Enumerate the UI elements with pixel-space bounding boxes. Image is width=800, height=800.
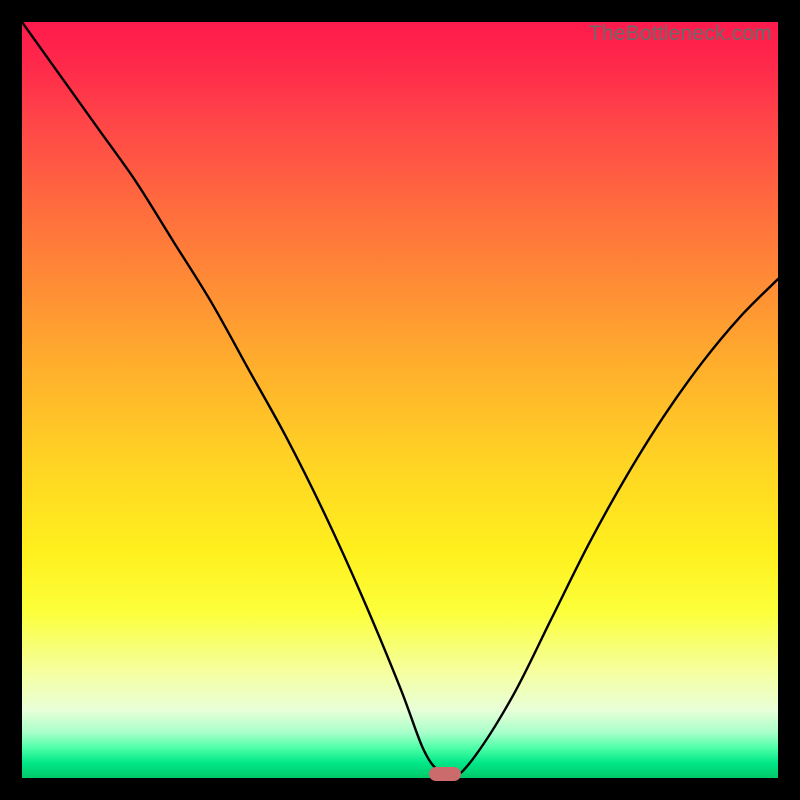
plot-area: TheBottleneck.com <box>22 22 778 778</box>
bottleneck-curve <box>22 22 778 778</box>
minimum-marker <box>429 767 461 781</box>
chart-frame: TheBottleneck.com <box>0 0 800 800</box>
